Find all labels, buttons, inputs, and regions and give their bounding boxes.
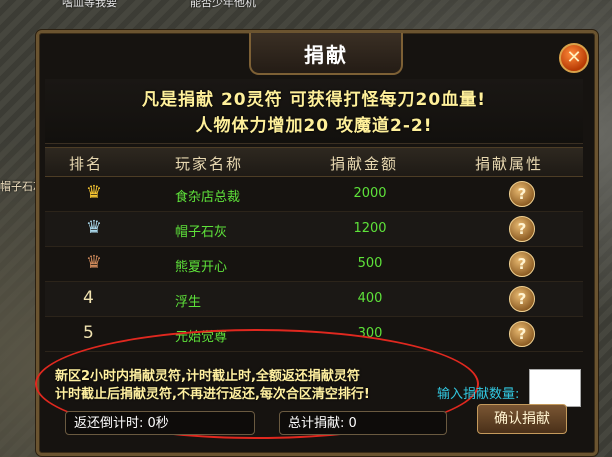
world-player-name: 嗜血等我要 [62, 0, 117, 9]
notice-line: 人物体力增加20 攻魔道2-2! [195, 116, 433, 136]
donation-amount: 500 [357, 256, 383, 271]
donation-amount: 2000 [353, 186, 387, 201]
header-donation-attribute: 捐献属性 [475, 155, 544, 173]
world-player-name: 能否少年他机 [190, 0, 256, 9]
header-donation-amount: 捐献金额 [330, 155, 399, 173]
donation-amount: 400 [357, 291, 383, 306]
donation-amount: 1200 [353, 221, 387, 236]
player-name: 食杂店总裁 [175, 190, 241, 205]
silver-crown-icon: ♛ [85, 217, 103, 238]
player-name: 浮生 [175, 295, 202, 310]
refund-countdown: 返还倒计时: 0秒 [65, 411, 255, 435]
question-icon: ? [517, 185, 527, 203]
rank-number: 5 [83, 323, 94, 343]
donation-amount-input[interactable] [529, 369, 581, 407]
attribute-help-button[interactable]: ? [509, 251, 535, 277]
close-button[interactable]: ✕ [559, 43, 589, 73]
bronze-crown-icon: ♛ [85, 252, 103, 273]
rank-number: 4 [83, 288, 94, 308]
header-rank: 排名 [69, 155, 104, 173]
attribute-help-button[interactable]: ? [509, 216, 535, 242]
donation-panel: 捐献 ✕ 凡是捐献 20灵符 可获得打怪每刀20血量! 人物体力增加20 攻魔道… [35, 30, 598, 456]
gold-crown-icon: ♛ [85, 182, 103, 203]
question-icon: ? [517, 290, 527, 308]
confirm-donation-button[interactable]: 确认捐献 [477, 404, 567, 434]
attribute-help-button[interactable]: ? [509, 321, 535, 347]
panel-title: 捐献 [304, 42, 348, 67]
table-row: 4 浮生 400 ? [45, 282, 583, 317]
ranking-table-header: 排名 玩家名称 捐献金额 捐献属性 [45, 147, 583, 177]
attribute-help-button[interactable]: ? [509, 286, 535, 312]
notice-line: 凡是捐献 20灵符 可获得打怪每刀20血量! [142, 90, 486, 110]
reward-notice: 凡是捐献 20灵符 可获得打怪每刀20血量! 人物体力增加20 攻魔道2-2! [45, 79, 583, 144]
question-icon: ? [517, 325, 527, 343]
attribute-help-button[interactable]: ? [509, 181, 535, 207]
panel-title-bar: 捐献 [249, 33, 403, 75]
donation-amount-label: 输入捐献数量: [437, 387, 520, 402]
player-name: 熊夏开心 [175, 260, 228, 275]
question-icon: ? [517, 220, 527, 238]
player-name: 帽子石灰 [175, 225, 228, 240]
close-icon: ✕ [566, 47, 582, 68]
total-donation: 总计捐献: 0 [279, 411, 447, 435]
question-icon: ? [517, 255, 527, 273]
header-player-name: 玩家名称 [175, 155, 244, 173]
table-row: ♛ 食杂店总裁 2000 ? [45, 177, 583, 212]
table-row: ♛ 帽子石灰 1200 ? [45, 212, 583, 247]
table-row: ♛ 熊夏开心 500 ? [45, 247, 583, 282]
